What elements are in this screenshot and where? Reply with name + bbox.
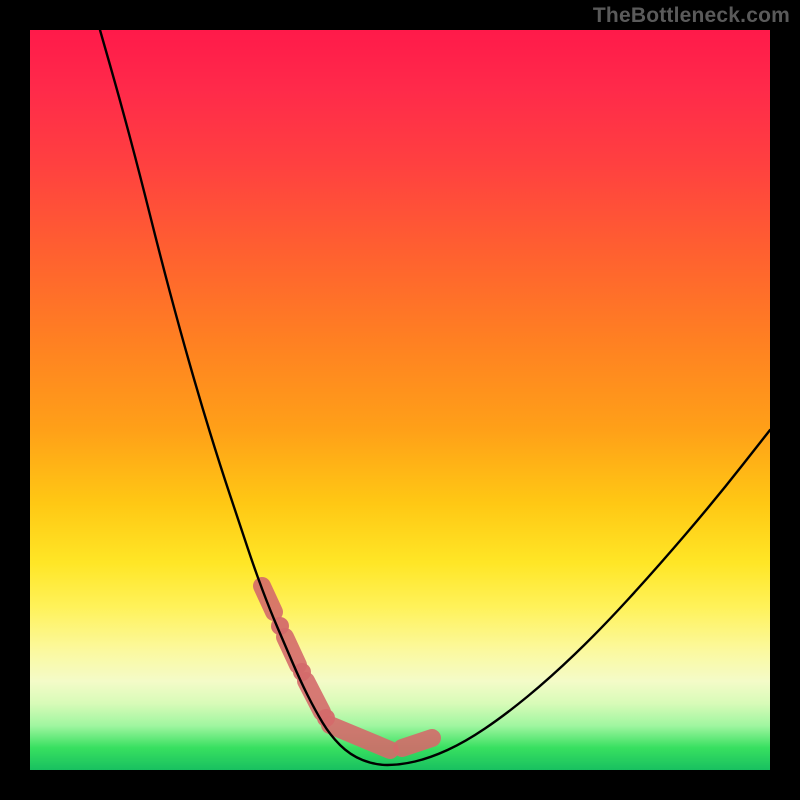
bead-segment	[262, 586, 274, 612]
bead-highlight-group	[262, 586, 432, 750]
bead-segment	[330, 725, 390, 750]
plot-area	[30, 30, 770, 770]
curve-svg	[30, 30, 770, 770]
chart-frame: TheBottleneck.com	[0, 0, 800, 800]
bead-segment	[402, 738, 432, 748]
watermark-text: TheBottleneck.com	[593, 4, 790, 28]
bottleneck-curve	[100, 30, 770, 765]
